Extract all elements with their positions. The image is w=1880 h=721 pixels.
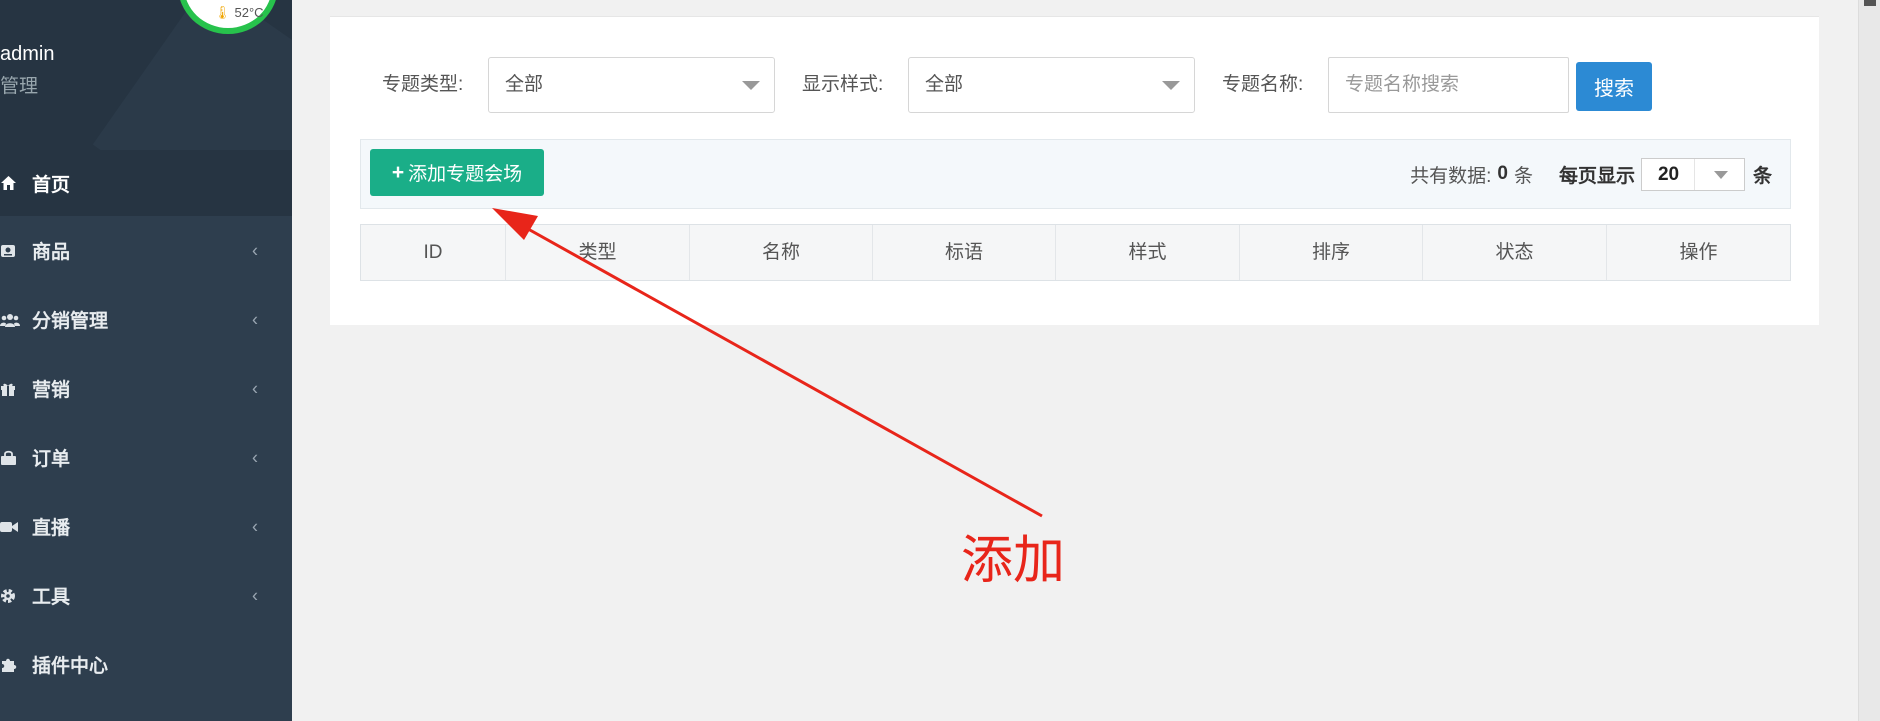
topic-name-search-input[interactable] xyxy=(1328,57,1569,113)
sidebar: 🌡 52°C admin 管理 首页 商品 ‹ 分销管理 ‹ 营销 ‹ 订单 ‹… xyxy=(0,0,292,721)
topic-table-header: ID 类型 名称 标语 样式 排序 状态 操作 xyxy=(360,224,1791,281)
chevron-left-icon: ‹ xyxy=(252,585,258,605)
per-page-label: 每页显示 xyxy=(1558,165,1635,187)
sidebar-item-marketing[interactable]: 营销 ‹ xyxy=(0,354,292,423)
add-topic-venue-button[interactable]: + 添加专题会场 xyxy=(370,149,544,196)
column-header-actions[interactable]: 操作 xyxy=(1607,225,1790,280)
total-unit: 条 xyxy=(1513,165,1533,187)
topic-list-panel: 专题类型: 全部 显示样式: 全部 专题名称: 搜索 + 添加专题会场 共有数据… xyxy=(330,16,1819,325)
display-style-select[interactable]: 全部 xyxy=(908,57,1195,113)
sidebar-item-plugins[interactable]: 插件中心 xyxy=(0,630,292,699)
chevron-left-icon: ‹ xyxy=(252,240,258,260)
sidebar-item-distribution[interactable]: 分销管理 ‹ xyxy=(0,285,292,354)
column-header-type[interactable]: 类型 xyxy=(506,225,690,280)
sidebar-nav: 首页 商品 ‹ 分销管理 ‹ 营销 ‹ 订单 ‹ 直播 ‹ 工具 ‹ 插件中心 xyxy=(0,150,292,699)
column-header-slogan[interactable]: 标语 xyxy=(873,225,1056,280)
search-button[interactable]: 搜索 xyxy=(1576,62,1652,111)
column-header-style[interactable]: 样式 xyxy=(1056,225,1240,280)
column-header-sort[interactable]: 排序 xyxy=(1240,225,1423,280)
chevron-left-icon: ‹ xyxy=(252,516,258,536)
topic-name-label: 专题名称: xyxy=(1222,74,1304,95)
gear-icon xyxy=(0,588,30,604)
caret-down-icon xyxy=(1162,81,1180,90)
sidebar-item-label: 工具 xyxy=(32,587,71,608)
vertical-scrollbar[interactable] xyxy=(1858,0,1880,721)
per-page-unit: 条 xyxy=(1752,165,1772,187)
profile-panel: 🌡 52°C admin 管理 xyxy=(0,0,292,150)
annotation-label: 添加 xyxy=(961,531,1066,591)
caret-down-icon xyxy=(1713,170,1728,179)
display-style-value: 全部 xyxy=(925,74,964,95)
temperature-value: 52°C xyxy=(234,5,264,20)
product-icon xyxy=(0,243,30,259)
topic-type-select[interactable]: 全部 xyxy=(488,57,775,113)
sidebar-item-tools[interactable]: 工具 ‹ xyxy=(0,561,292,630)
topic-type-value: 全部 xyxy=(505,74,544,95)
sidebar-item-label: 直播 xyxy=(32,518,71,539)
chevron-left-icon: ‹ xyxy=(252,378,258,398)
sidebar-item-label: 首页 xyxy=(32,174,71,196)
thermometer-icon: 🌡 xyxy=(214,5,231,20)
sidebar-item-label: 分销管理 xyxy=(32,311,109,332)
column-header-id[interactable]: ID xyxy=(361,225,506,280)
sidebar-item-label: 商品 xyxy=(32,242,71,263)
bag-icon xyxy=(0,450,30,466)
caret-down-icon xyxy=(742,81,760,90)
username[interactable]: admin xyxy=(0,43,54,66)
temperature-badge: 🌡 52°C xyxy=(178,0,278,34)
page-size-value: 20 xyxy=(1657,163,1680,185)
home-icon xyxy=(0,175,30,191)
column-header-status[interactable]: 状态 xyxy=(1423,225,1607,280)
gift-icon xyxy=(0,381,30,397)
plus-icon: + xyxy=(391,160,405,184)
puzzle-icon xyxy=(0,656,30,673)
pagination-info: 共有数据: 0 条 每页显示 20 条 xyxy=(1410,140,1772,208)
user-role: 管理 xyxy=(0,76,39,97)
users-icon xyxy=(0,312,30,328)
topic-type-label: 专题类型: xyxy=(382,74,464,95)
sidebar-item-label: 订单 xyxy=(32,449,71,470)
chevron-left-icon: ‹ xyxy=(252,309,258,329)
video-icon xyxy=(0,520,30,534)
sidebar-item-label: 插件中心 xyxy=(32,656,109,677)
scrollbar-thumb[interactable] xyxy=(1864,0,1876,6)
list-toolbar: + 添加专题会场 共有数据: 0 条 每页显示 20 条 xyxy=(360,139,1791,209)
display-style-label: 显示样式: xyxy=(802,74,884,95)
page-size-select[interactable]: 20 xyxy=(1640,157,1745,191)
sidebar-item-home[interactable]: 首页 xyxy=(0,150,292,216)
total-label: 共有数据: xyxy=(1410,165,1492,187)
sidebar-item-label: 营销 xyxy=(32,380,71,401)
sidebar-item-products[interactable]: 商品 ‹ xyxy=(0,216,292,285)
sidebar-item-live[interactable]: 直播 ‹ xyxy=(0,492,292,561)
sidebar-item-orders[interactable]: 订单 ‹ xyxy=(0,423,292,492)
total-count: 0 xyxy=(1497,163,1508,184)
add-topic-venue-label: 添加专题会场 xyxy=(408,164,523,185)
chevron-left-icon: ‹ xyxy=(252,447,258,467)
column-header-name[interactable]: 名称 xyxy=(690,225,873,280)
